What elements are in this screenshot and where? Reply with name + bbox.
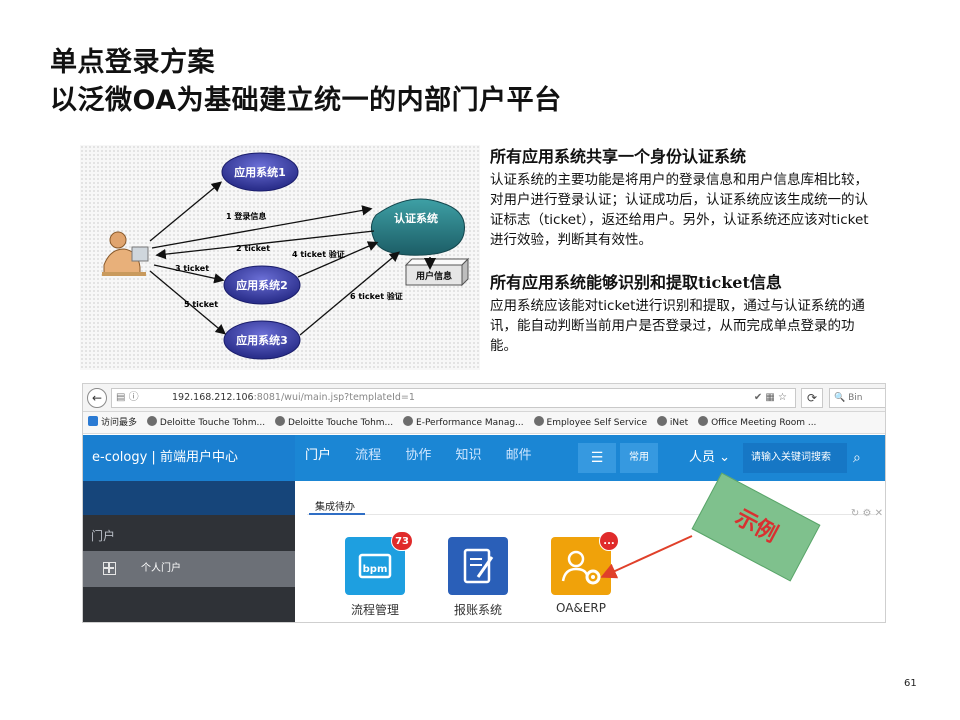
- bookmarks-bar: 访问最多 Deloitte Touche Tohm... Deloitte To…: [83, 412, 885, 434]
- sso-diagram-svg: 应用系统1 应用系统2 应用系统3 认证系统 用户信息 1 登录信息 2 tic…: [102, 152, 470, 360]
- tile-expense[interactable]: [448, 537, 508, 595]
- url-host: 192.168.212.106: [172, 392, 254, 403]
- browser-search-input[interactable]: 🔍 Bin: [829, 388, 885, 408]
- arrow-label-2: 2 ticket: [236, 244, 270, 253]
- menu-item-knowledge[interactable]: 知识: [455, 435, 481, 477]
- search-icon[interactable]: ⌕: [853, 435, 861, 481]
- sidebar-item-label: 个人门户: [141, 563, 181, 574]
- desc-block-2: 所有应用系统能够识别和提取ticket信息 应用系统应该能对ticket进行识别…: [490, 272, 880, 356]
- slide-title-line1: 单点登录方案: [50, 47, 215, 78]
- bookmark-item[interactable]: Office Meeting Room ...: [698, 412, 816, 434]
- bookmark-item[interactable]: Employee Self Service: [533, 412, 647, 434]
- bookmark-item[interactable]: Deloitte Touche Tohm...: [274, 412, 393, 434]
- tab-active-indicator: [309, 513, 365, 515]
- sidebar-top: [83, 481, 295, 515]
- people-dropdown-label: 人员: [689, 450, 716, 465]
- app-header: e-cology | 前端用户中心 门户 流程 协作 知识 邮件 ☰ 常用 人员…: [83, 435, 885, 481]
- tile-bpm[interactable]: bpm 73: [345, 531, 413, 595]
- tile-label[interactable]: 报账系统: [423, 601, 533, 618]
- auth-system-node: [370, 198, 466, 256]
- app-system-2-label: 应用系统2: [236, 278, 288, 292]
- menu-item-workflow[interactable]: 流程: [355, 435, 381, 477]
- keyword-search-input[interactable]: 请输入关键词搜索: [743, 443, 847, 473]
- desc-body-1: 认证系统的主要功能是将用户的登录信息和用户信息库相比较，对用户进行登录认证；认证…: [490, 172, 869, 248]
- panel-tools-icon[interactable]: ↻ ⚙ ✕: [851, 508, 883, 519]
- tile-label[interactable]: OA&ERP: [526, 601, 636, 615]
- browser-toolbar: ← ▤ ⓘ 192.168.212.106:8081/wui/main.jsp?…: [83, 384, 885, 412]
- main-menu: 门户 流程 协作 知识 邮件: [305, 435, 552, 481]
- auth-system-label: 认证系统: [394, 211, 438, 225]
- arrow-label-3: 3 ticket: [175, 264, 209, 273]
- desc-heading-2: 所有应用系统能够识别和提取ticket信息: [490, 273, 782, 292]
- common-button[interactable]: 常用: [620, 443, 658, 473]
- desc-body-2: 应用系统应该能对ticket进行识别和提取，通过与认证系统的通讯，能自动判断当前…: [490, 298, 865, 354]
- url-path: :8081/wui/main.jsp?templateId=1: [253, 392, 415, 403]
- page-info-icon: ▤ ⓘ: [116, 392, 139, 403]
- arrow-label-1: 1 登录信息: [226, 211, 266, 221]
- layout-icon: [103, 562, 116, 575]
- reload-icon[interactable]: ⟳: [801, 388, 823, 408]
- app-system-3-label: 应用系统3: [236, 333, 288, 347]
- bookmark-most-visited[interactable]: 访问最多: [88, 412, 137, 434]
- bookmark-folder-icon: [88, 416, 98, 426]
- menu-item-portal[interactable]: 门户: [305, 435, 331, 477]
- globe-icon: [656, 416, 667, 426]
- tile-badge: 73: [391, 531, 413, 551]
- bookmark-item[interactable]: E-Performance Manag...: [403, 412, 524, 434]
- arrow-label-4: 4 ticket 验证: [292, 249, 345, 259]
- tab-integrated-todo[interactable]: 集成待办: [315, 498, 355, 513]
- globe-icon: [403, 416, 414, 426]
- globe-icon: [274, 416, 285, 426]
- globe-icon: [698, 416, 709, 426]
- sso-diagram: 应用系统1 应用系统2 应用系统3 认证系统 用户信息 1 登录信息 2 tic…: [80, 145, 480, 370]
- slide-title-line2: 以泛微OA为基础建立统一的内部门户平台: [50, 85, 562, 116]
- tile-label[interactable]: 流程管理: [320, 601, 430, 618]
- app-brand[interactable]: e-cology | 前端用户中心: [83, 435, 295, 481]
- menu-item-collaboration[interactable]: 协作: [405, 435, 431, 477]
- sidebar-item-personal-portal[interactable]: 个人门户: [83, 551, 295, 587]
- arrow-label-5: 5 ticket: [184, 300, 218, 309]
- chevron-down-icon: ⌄: [719, 450, 731, 465]
- back-arrow-icon[interactable]: ←: [87, 388, 107, 408]
- globe-icon: [146, 416, 157, 426]
- notebook-pen-icon: [448, 537, 508, 595]
- desc-heading-1: 所有应用系统共享一个身份认证系统: [490, 147, 747, 166]
- app-system-1-label: 应用系统1: [234, 165, 286, 179]
- sidebar-header: 门户: [91, 529, 116, 543]
- menu-item-mail[interactable]: 邮件: [506, 435, 532, 477]
- user-person-icon: [102, 231, 149, 276]
- address-bar[interactable]: ▤ ⓘ 192.168.212.106:8081/wui/main.jsp?te…: [111, 388, 796, 408]
- user-info-label: 用户信息: [415, 270, 452, 282]
- bookmark-item[interactable]: Deloitte Touche Tohm...: [146, 412, 265, 434]
- bookmark-item[interactable]: iNet: [656, 412, 688, 434]
- menu-icon[interactable]: ☰: [578, 443, 616, 473]
- callout-arrow: [600, 535, 693, 579]
- shield-icon: ✔ ▦ ☆: [753, 392, 787, 403]
- globe-icon: [533, 416, 544, 426]
- page-number: 61: [904, 678, 917, 689]
- sidebar: 门户 个人门户: [83, 481, 295, 622]
- arrow-label-6: 6 ticket 验证: [350, 291, 403, 301]
- svg-text:bpm: bpm: [363, 564, 388, 575]
- desc-block-1: 所有应用系统共享一个身份认证系统 认证系统的主要功能是将用户的登录信息和用户信息…: [490, 146, 880, 250]
